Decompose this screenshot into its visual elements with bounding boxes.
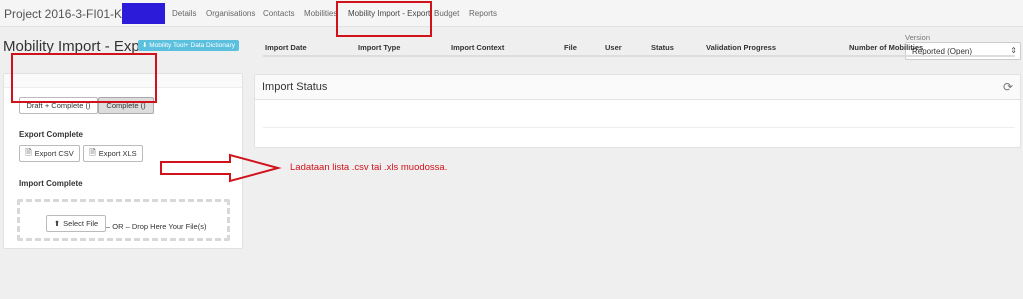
table-header-divider: [263, 55, 1015, 57]
download-icon: ⬇: [142, 42, 148, 49]
nav-mobilities[interactable]: Mobilities: [304, 9, 337, 18]
column-validation-progress: Validation Progress: [706, 43, 777, 52]
refresh-icon[interactable]: ⟳: [1003, 80, 1013, 94]
document-icon: 🗎: [89, 147, 96, 157]
nav-contacts[interactable]: Contacts: [263, 9, 295, 18]
drop-here-text: – OR – Drop Here Your File(s): [106, 222, 207, 231]
nav-budget[interactable]: Budget: [434, 9, 459, 18]
column-import-date: Import Date: [265, 43, 307, 52]
status-header: Import Status ⟳: [255, 75, 1020, 100]
table-empty-row: [263, 127, 1015, 128]
data-dictionary-label: Mobility Tool+ Data Dictionary: [149, 42, 235, 49]
column-import-type: Import Type: [358, 43, 401, 52]
nav-reports[interactable]: Reports: [469, 9, 497, 18]
export-csv-button[interactable]: 🗎 Export CSV: [19, 145, 80, 162]
upload-icon: ⬆: [53, 219, 61, 228]
nav-details[interactable]: Details: [172, 9, 196, 18]
chevron-updown-icon: ⇕: [1010, 46, 1017, 55]
nav-organisations[interactable]: Organisations: [206, 9, 255, 18]
column-user: User: [605, 43, 622, 52]
column-file: File: [564, 43, 577, 52]
data-dictionary-button[interactable]: ⬇ Mobility Tool+ Data Dictionary: [138, 40, 239, 51]
export-csv-label: Export CSV: [34, 149, 74, 158]
annotation-text: Ladataan lista .csv tai .xls muodossa.: [290, 162, 448, 173]
import-status-panel: Import Status ⟳: [254, 74, 1021, 148]
annotation-arrow: [160, 153, 282, 183]
highlight-box-export: [11, 53, 157, 103]
column-status: Status: [651, 43, 674, 52]
highlight-box-nav: [336, 1, 432, 37]
import-section-title: Import Complete: [19, 179, 83, 188]
redacted-block: [122, 3, 165, 24]
version-label: Version: [905, 33, 931, 42]
top-navigation: Project 2016-3-FI01-KA105 Details Organi…: [0, 0, 1023, 27]
select-file-label: Select File: [63, 219, 99, 228]
select-file-button[interactable]: ⬆ Select File: [46, 215, 106, 232]
document-icon: 🗎: [25, 147, 32, 157]
export-section-title: Export Complete: [19, 130, 84, 139]
column-import-context: Import Context: [451, 43, 505, 52]
export-xls-label: Export XLS: [98, 149, 137, 158]
status-title: Import Status: [262, 81, 328, 93]
column-number-of-mobilities: Number of Mobilities: [849, 43, 924, 52]
export-xls-button[interactable]: 🗎 Export XLS: [83, 145, 143, 162]
